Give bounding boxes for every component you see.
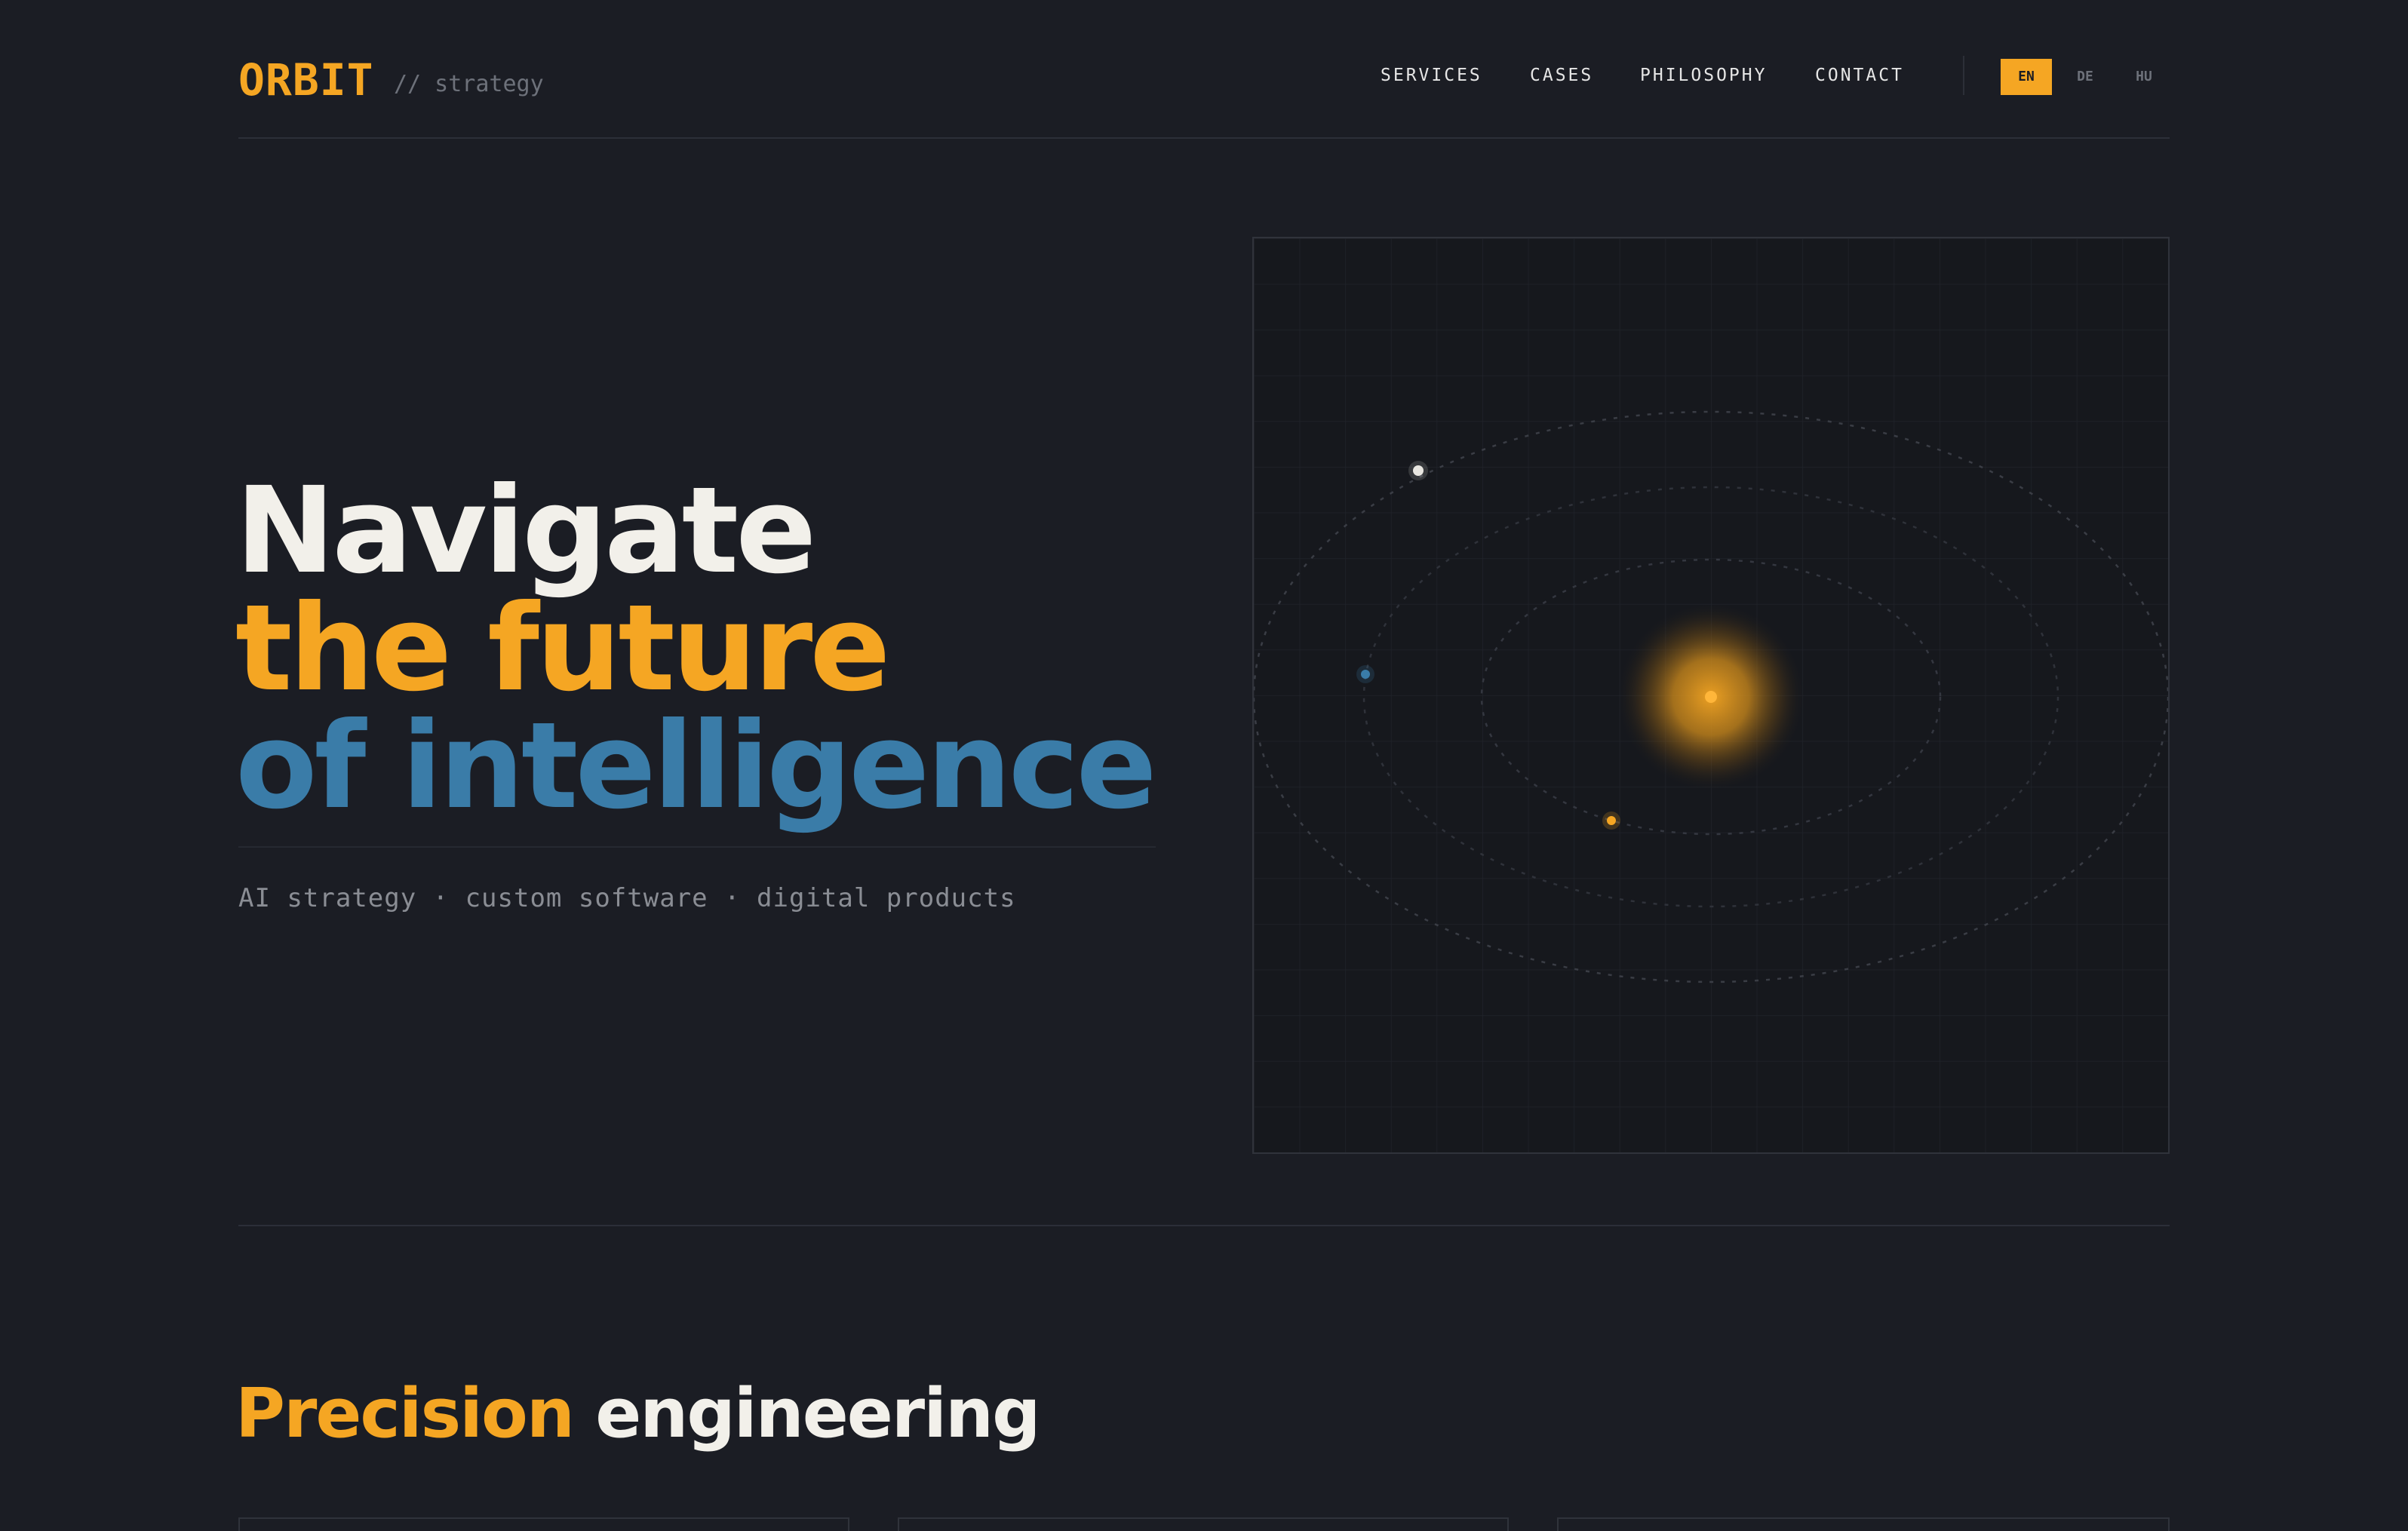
- service-card-1[interactable]: [238, 1517, 849, 1531]
- hero-tagline: AI strategy · custom software · digital …: [238, 883, 1016, 913]
- lang-en-button[interactable]: EN: [2001, 59, 2052, 95]
- section-title-rest: engineering: [595, 1374, 1040, 1453]
- section-title-accent: Precision: [235, 1374, 575, 1453]
- service-card-2[interactable]: [898, 1517, 1509, 1531]
- hero-line-2: the future: [235, 579, 890, 718]
- lang-hu-button[interactable]: HU: [2118, 59, 2170, 95]
- nav-contact[interactable]: CONTACT: [1815, 60, 1904, 91]
- orbit-visual: [1252, 237, 2170, 1154]
- logo[interactable]: ORBIT: [238, 50, 374, 110]
- hero-line-1: Navigate: [235, 462, 816, 600]
- lang-de-button[interactable]: DE: [2059, 59, 2111, 95]
- page: ORBIT // strategy SERVICES CASES PHILOSO…: [0, 0, 2408, 1531]
- planet-orange: [1607, 816, 1616, 825]
- planet-blue: [1361, 670, 1370, 679]
- nav-divider: [1963, 56, 1964, 95]
- service-card-3[interactable]: [1557, 1517, 2170, 1531]
- nav-cases[interactable]: CASES: [1530, 60, 1593, 91]
- nav-services[interactable]: SERVICES: [1381, 60, 1482, 91]
- nav-philosophy[interactable]: PHILOSOPHY: [1640, 60, 1767, 91]
- orbit-illustration: [1254, 238, 2168, 1152]
- hero-line-3: of intelligence: [235, 697, 1157, 836]
- section-divider: [238, 1225, 2170, 1226]
- site-header: ORBIT // strategy SERVICES CASES PHILOSO…: [238, 0, 2170, 139]
- section-title: Precision engineering: [235, 1373, 1041, 1456]
- sun-core: [1705, 691, 1717, 703]
- logo-subtitle: // strategy: [394, 71, 544, 97]
- hero-divider: [238, 846, 1156, 848]
- planet-white: [1413, 465, 1424, 476]
